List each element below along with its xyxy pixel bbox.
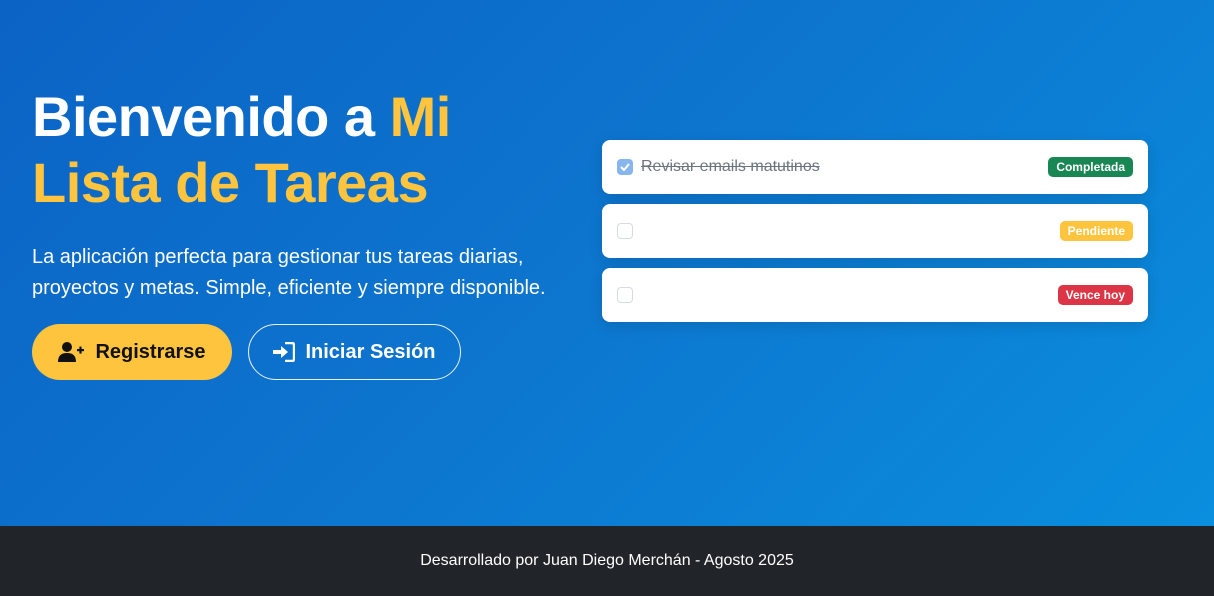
hero-subtitle: La aplicación perfecta para gestionar tu…: [32, 246, 546, 299]
hero-title-main: Bienvenido a: [32, 85, 390, 148]
footer: Desarrollado por Juan Diego Merchán - Ag…: [0, 526, 1214, 596]
hero-content: Bienvenido a Mi Lista de Tareas La aplic…: [32, 84, 592, 304]
hero-section: Bienvenido a Mi Lista de Tareas La aplic…: [0, 0, 1214, 526]
hero-title: Bienvenido a Mi Lista de Tareas: [32, 84, 592, 216]
check-icon: [620, 163, 630, 171]
task-checkbox[interactable]: [617, 287, 633, 303]
task-checkbox[interactable]: [617, 159, 633, 175]
task-text: Revisar emails matutinos: [641, 158, 820, 175]
user-plus-icon: [58, 341, 85, 363]
task-preview-list: Revisar emails matutinos Completada Pend…: [602, 140, 1148, 332]
login-label: Iniciar Sesión: [305, 340, 436, 363]
task-item: Revisar emails matutinos Completada: [602, 140, 1148, 194]
status-badge: Pendiente: [1059, 221, 1133, 241]
task-item: Vence hoy: [602, 268, 1148, 322]
task-item: Pendiente: [602, 204, 1148, 258]
footer-text: Desarrollado por Juan Diego Merchán - Ag…: [420, 552, 794, 569]
login-button[interactable]: Iniciar Sesión: [248, 324, 461, 380]
register-label: Registrarse: [95, 340, 206, 363]
register-button[interactable]: Registrarse: [32, 324, 232, 380]
status-badge: Completada: [1048, 157, 1133, 177]
sign-in-icon: [273, 342, 296, 362]
hero-actions: Registrarse Iniciar Sesión: [32, 324, 461, 380]
task-checkbox[interactable]: [617, 223, 633, 239]
status-badge: Vence hoy: [1057, 285, 1133, 305]
